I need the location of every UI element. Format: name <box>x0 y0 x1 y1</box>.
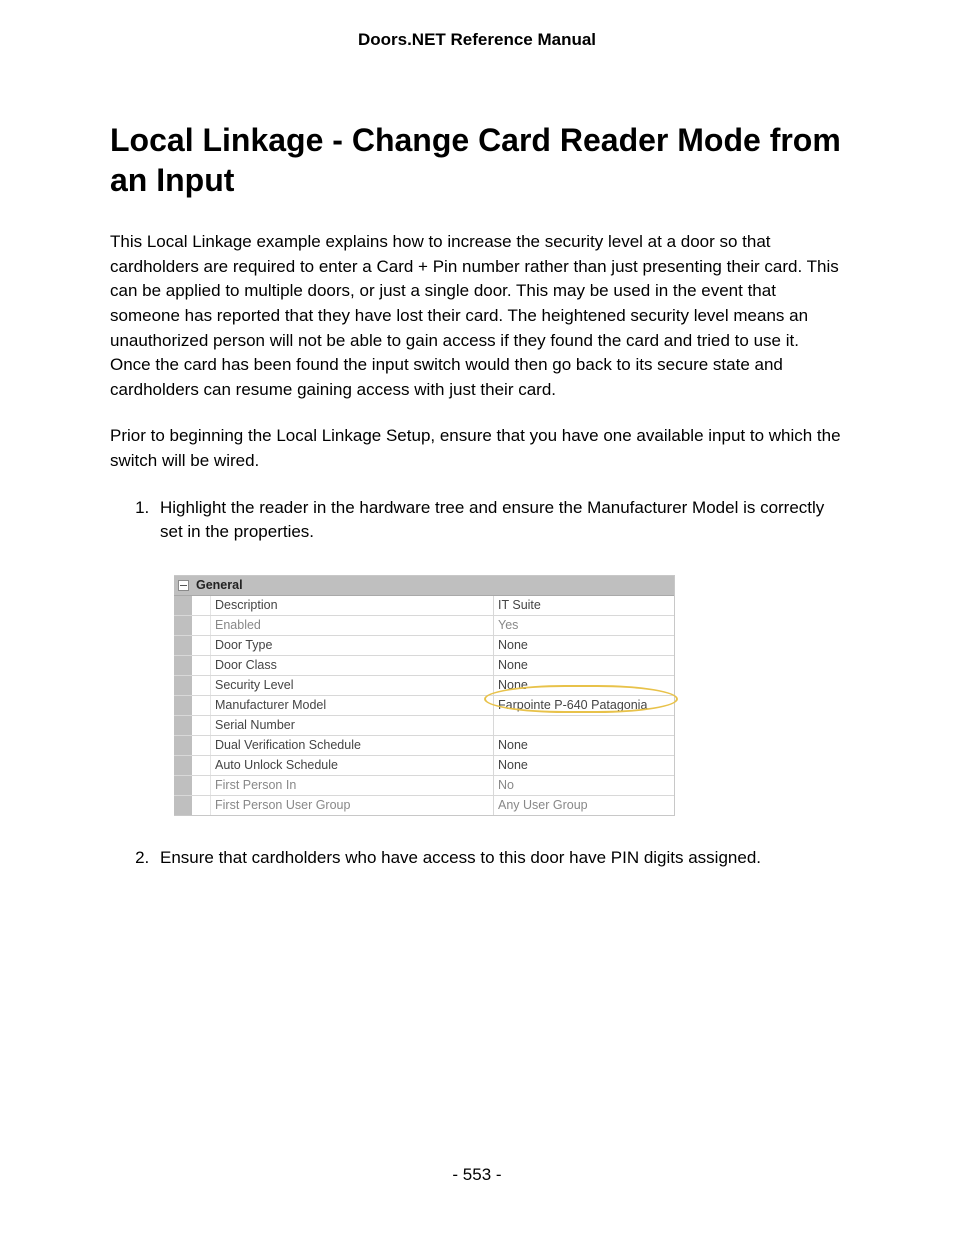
steps-list: Highlight the reader in the hardware tre… <box>110 496 844 871</box>
property-label: Auto Unlock Schedule <box>211 756 494 775</box>
property-row-gutter <box>174 736 192 755</box>
property-label: Manufacturer Model <box>211 696 494 715</box>
property-row-gutter <box>174 636 192 655</box>
property-row-gutter <box>174 656 192 675</box>
step-2: Ensure that cardholders who have access … <box>154 846 844 871</box>
property-label: Dual Verification Schedule <box>211 736 494 755</box>
property-label: Enabled <box>211 616 494 635</box>
property-value[interactable]: None <box>494 736 674 755</box>
step-2-text: Ensure that cardholders who have access … <box>160 848 761 867</box>
property-row: Door ClassNone <box>174 656 674 676</box>
property-row-indent <box>192 676 211 695</box>
property-row-indent <box>192 616 211 635</box>
intro-paragraph-1: This Local Linkage example explains how … <box>110 230 844 402</box>
property-row: Security LevelNone <box>174 676 674 696</box>
property-row-indent <box>192 756 211 775</box>
property-label: First Person In <box>211 776 494 795</box>
document-header: Doors.NET Reference Manual <box>110 30 844 50</box>
property-value[interactable]: IT Suite <box>494 596 674 615</box>
property-group-label: General <box>192 576 674 594</box>
property-row-indent <box>192 796 211 815</box>
property-value[interactable]: Farpointe P-640 Patagonia <box>494 696 674 715</box>
property-row-gutter <box>174 696 192 715</box>
property-row: Door TypeNone <box>174 636 674 656</box>
property-value[interactable]: None <box>494 756 674 775</box>
property-row-gutter <box>174 616 192 635</box>
property-row-gutter <box>174 596 192 615</box>
step-1-text: Highlight the reader in the hardware tre… <box>160 498 824 542</box>
property-row-indent <box>192 656 211 675</box>
property-label: First Person User Group <box>211 796 494 815</box>
page-number: - 553 - <box>0 1165 954 1185</box>
property-group-header: General <box>174 576 674 596</box>
property-row: DescriptionIT Suite <box>174 596 674 616</box>
property-grid: General DescriptionIT SuiteEnabledYesDoo… <box>174 575 675 816</box>
property-value[interactable] <box>494 716 674 735</box>
page-title: Local Linkage - Change Card Reader Mode … <box>110 120 844 200</box>
property-value[interactable]: Yes <box>494 616 674 635</box>
property-label: Door Class <box>211 656 494 675</box>
property-row: First Person User GroupAny User Group <box>174 796 674 815</box>
property-row: EnabledYes <box>174 616 674 636</box>
property-row-indent <box>192 736 211 755</box>
property-label: Serial Number <box>211 716 494 735</box>
property-value[interactable]: Any User Group <box>494 796 674 815</box>
intro-paragraph-2: Prior to beginning the Local Linkage Set… <box>110 424 844 473</box>
property-row: Dual Verification ScheduleNone <box>174 736 674 756</box>
property-row: Serial Number <box>174 716 674 736</box>
property-row: Auto Unlock ScheduleNone <box>174 756 674 776</box>
property-label: Security Level <box>211 676 494 695</box>
property-row-gutter <box>174 776 192 795</box>
property-label: Description <box>211 596 494 615</box>
minus-icon <box>178 580 189 591</box>
property-row-gutter <box>174 716 192 735</box>
property-row: First Person InNo <box>174 776 674 796</box>
property-value[interactable]: No <box>494 776 674 795</box>
property-value[interactable]: None <box>494 636 674 655</box>
property-row-gutter <box>174 676 192 695</box>
property-row-indent <box>192 696 211 715</box>
property-row-indent <box>192 776 211 795</box>
property-value[interactable]: None <box>494 676 674 695</box>
collapse-toggle[interactable] <box>174 576 192 595</box>
property-row-gutter <box>174 796 192 815</box>
property-row-indent <box>192 596 211 615</box>
property-row-gutter <box>174 756 192 775</box>
step-1: Highlight the reader in the hardware tre… <box>154 496 844 816</box>
property-row: Manufacturer ModelFarpointe P-640 Patago… <box>174 696 674 716</box>
property-row-indent <box>192 636 211 655</box>
page: Doors.NET Reference Manual Local Linkage… <box>0 0 954 1235</box>
property-value[interactable]: None <box>494 656 674 675</box>
property-row-indent <box>192 716 211 735</box>
property-label: Door Type <box>211 636 494 655</box>
